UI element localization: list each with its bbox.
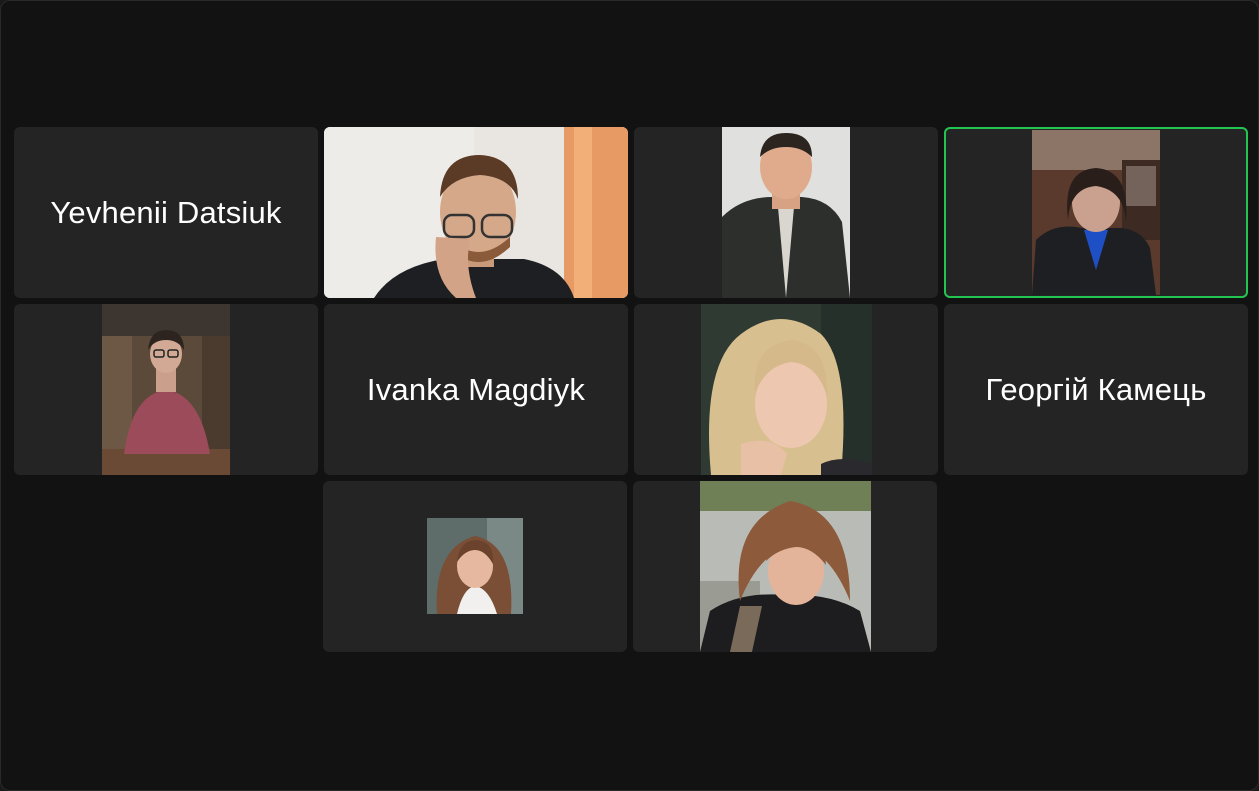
participant-avatar-photo <box>427 518 523 614</box>
participant-video <box>700 481 871 652</box>
participant-tile-video-2[interactable] <box>634 127 938 298</box>
participant-tile-video-5[interactable] <box>323 481 627 652</box>
participant-tile-heorhii-kamets[interactable]: Георгій Камець <box>944 304 1248 475</box>
participant-tile-video-4[interactable] <box>634 304 938 475</box>
participant-tile-video-3[interactable] <box>14 304 318 475</box>
participant-tile-yevhenii-datsiuk[interactable]: Yevhenii Datsiuk <box>14 127 318 298</box>
participant-name: Yevhenii Datsiuk <box>50 194 282 230</box>
participant-video <box>701 304 872 475</box>
meeting-window: Yevhenii Datsiuk Ivanka Magdiyk Георгій … <box>0 0 1259 791</box>
participant-tile-video-1[interactable] <box>324 127 628 298</box>
participant-name: Георгій Камець <box>985 371 1207 407</box>
participant-video <box>1032 130 1160 295</box>
participant-tile-ivanka-magdiyk[interactable]: Ivanka Magdiyk <box>324 304 628 475</box>
participant-video <box>722 127 850 298</box>
participant-tile-active-speaker[interactable] <box>944 127 1248 298</box>
participant-tile-video-6[interactable] <box>633 481 937 652</box>
participant-video <box>102 304 230 475</box>
participant-video <box>324 127 628 298</box>
participant-name: Ivanka Magdiyk <box>366 371 586 407</box>
